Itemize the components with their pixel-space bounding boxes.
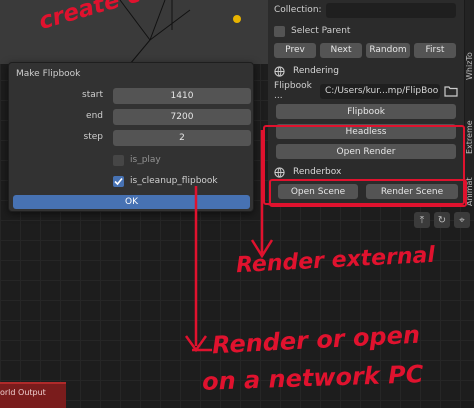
tab-animat[interactable]: Animat	[465, 168, 474, 206]
end-field[interactable]: 7200	[113, 109, 251, 125]
world-output-label: orld Output	[0, 388, 46, 397]
light-object[interactable]	[233, 15, 241, 23]
tab-whizto[interactable]: WhizTo	[465, 30, 474, 80]
collection-field[interactable]	[325, 2, 456, 18]
select-parent-row[interactable]: Select Parent	[274, 23, 460, 39]
open-render-button[interactable]: Open Render	[276, 144, 456, 159]
flipbook-path-field[interactable]: C:/Users/kur...mp/FlipBooks	[320, 83, 440, 99]
end-row: end 7200	[9, 109, 255, 125]
next-button[interactable]: Next	[320, 42, 362, 58]
is-play-checkbox[interactable]	[113, 154, 124, 166]
select-parent-checkbox[interactable]	[274, 25, 285, 37]
collection-row: Collection:	[274, 2, 460, 18]
is-play-label: is_play	[130, 155, 161, 165]
cleanup-label: is_cleanup_flipbook	[130, 176, 218, 186]
make-flipbook-dialog: Make Flipbook start 1410 end 7200 step 2…	[8, 62, 254, 212]
step-label: step	[83, 132, 103, 142]
sidebar-tabs: WhizTo Extreme Animat	[464, 0, 474, 206]
select-parent-label: Select Parent	[291, 26, 351, 36]
is-play-toggle[interactable]: is_play	[113, 153, 161, 167]
collection-label: Collection:	[274, 5, 322, 15]
flipbook-path-label: Flipbook ...	[274, 81, 312, 101]
tab-extreme[interactable]: Extreme	[465, 106, 474, 154]
first-button[interactable]: First	[414, 42, 456, 58]
renderbox-section[interactable]: Renderbox	[274, 164, 460, 180]
prev-button[interactable]: Prev	[274, 42, 316, 58]
render-scene-button[interactable]: Render Scene	[366, 184, 458, 199]
node-toolbar: ⤒ ↻ ⌖	[400, 210, 474, 230]
globe-icon	[274, 166, 285, 178]
ok-button[interactable]: OK	[13, 195, 250, 209]
dialog-title: Make Flipbook	[16, 69, 81, 79]
start-field[interactable]: 1410	[113, 88, 251, 104]
loop-icon[interactable]: ↻	[434, 212, 450, 228]
start-row: start 1410	[9, 88, 255, 104]
flipbook-path-row: Flipbook ... C:/Users/kur...mp/FlipBooks	[274, 81, 460, 101]
globe-icon	[274, 65, 285, 77]
flipbook-button[interactable]: Flipbook	[276, 104, 456, 119]
folder-icon[interactable]	[444, 85, 458, 97]
checkmark-icon	[114, 177, 123, 185]
nav-buttons-row: Prev Next Random First	[274, 42, 460, 58]
rendering-title: Rendering	[293, 66, 339, 76]
headless-button[interactable]: Headless	[276, 124, 456, 139]
cleanup-toggle[interactable]: is_cleanup_flipbook	[113, 174, 218, 188]
start-label: start	[82, 90, 103, 100]
cleanup-checkbox[interactable]	[113, 175, 124, 187]
world-output-node[interactable]: orld Output	[0, 382, 66, 408]
pin-icon[interactable]: ⌖	[454, 212, 470, 228]
step-row: step 2	[9, 130, 255, 146]
renderbox-title: Renderbox	[293, 167, 342, 177]
end-label: end	[86, 111, 103, 121]
open-scene-button[interactable]: Open Scene	[278, 184, 358, 199]
step-field[interactable]: 2	[113, 130, 251, 146]
random-button[interactable]: Random	[366, 42, 410, 58]
node-up-icon[interactable]: ⤒	[414, 212, 430, 228]
rendering-section[interactable]: Rendering	[274, 63, 460, 79]
